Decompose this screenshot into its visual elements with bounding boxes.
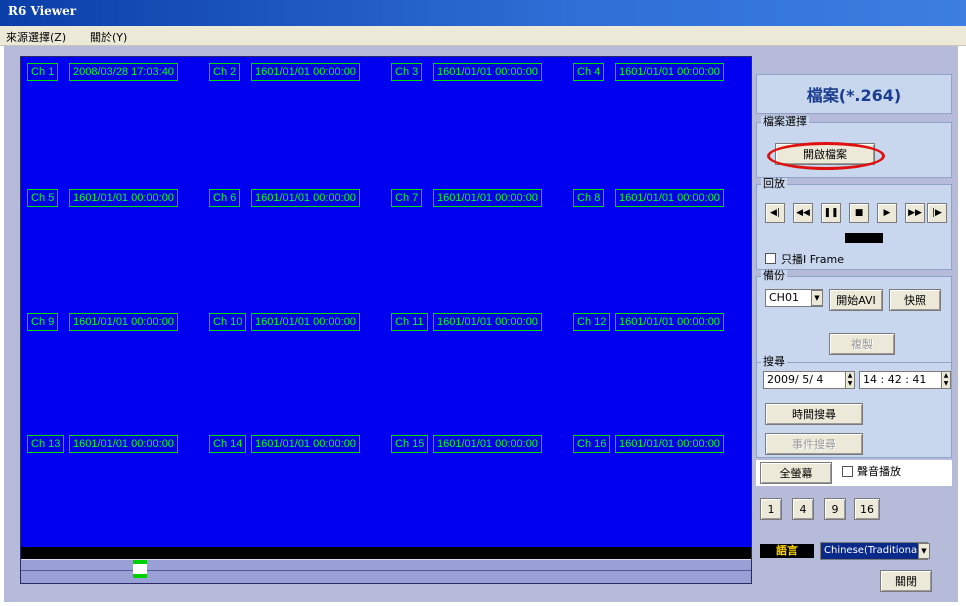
ch16-timestamp: 1601/01/01 00:00:00: [615, 435, 724, 453]
time-spinner-icon[interactable]: ▲ ▼: [941, 371, 951, 389]
backup-channel-value: CH01: [769, 291, 799, 304]
play-icon[interactable]: ▶: [877, 203, 897, 223]
ch16-label: Ch 16: [573, 435, 611, 453]
file-select-title: 檔案選擇: [761, 115, 809, 128]
pause-icon[interactable]: ❚❚: [821, 203, 841, 223]
stop-icon[interactable]: ■: [849, 203, 869, 223]
rewind-icon[interactable]: ◀◀: [793, 203, 813, 223]
ch4-timestamp: 1601/01/01 00:00:00: [615, 63, 724, 81]
ch11-timestamp: 1601/01/01 00:00:00: [433, 313, 542, 331]
ch15-label: Ch 15: [391, 435, 429, 453]
ch4-label: Ch 4: [573, 63, 605, 81]
ch6-timestamp: 1601/01/01 00:00:00: [251, 189, 360, 207]
close-button[interactable]: 關閉: [880, 570, 932, 592]
backup-title: 備份: [761, 269, 787, 282]
playback-title: 回放: [761, 177, 787, 190]
ch10-timestamp: 1601/01/01 00:00:00: [251, 313, 360, 331]
menu-bar: 來源選擇(Z) 關於(Y): [0, 26, 966, 46]
ch7-label: Ch 7: [391, 189, 423, 207]
time-search-button[interactable]: 時間搜尋: [765, 403, 863, 425]
chevron-down-icon[interactable]: ▼: [811, 290, 823, 306]
highlight-circle: [767, 142, 885, 170]
file-select-group: 檔案選擇 開啟檔案: [756, 116, 952, 178]
only-iframe-label: 只播I Frame: [781, 253, 845, 266]
search-time-field[interactable]: 14 : 42 : 41: [859, 371, 951, 389]
menu-about[interactable]: 關於(Y): [90, 29, 127, 45]
ch9-label: Ch 9: [27, 313, 59, 331]
step-forward-icon[interactable]: |▶: [927, 203, 947, 223]
step-back-icon[interactable]: ◀|: [765, 203, 785, 223]
search-title: 搜尋: [761, 355, 787, 368]
layout-1-button[interactable]: 1: [760, 498, 782, 520]
ch6-label: Ch 6: [209, 189, 241, 207]
only-iframe-checkbox[interactable]: [765, 253, 776, 264]
ch2-label: Ch 2: [209, 63, 241, 81]
control-panel: 檔案(*.264) 檔案選擇 開啟檔案 回放 ◀| ◀◀ ❚❚ ■ ▶ ▶▶ |…: [756, 56, 956, 596]
ch14-timestamp: 1601/01/01 00:00:00: [251, 435, 360, 453]
search-group: 搜尋 2009/ 5/ 4 ▲ ▼ 14 : 42 : 41 ▲ ▼ 時間搜尋 事件…: [756, 356, 952, 458]
ch10-label: Ch 10: [209, 313, 247, 331]
fullscreen-row: 全螢幕 聲音播放: [756, 460, 952, 486]
ch5-timestamp: 1601/01/01 00:00:00: [69, 189, 178, 207]
copy-button[interactable]: 複製: [829, 333, 895, 355]
ch5-label: Ch 5: [27, 189, 59, 207]
ch7-timestamp: 1601/01/01 00:00:00: [433, 189, 542, 207]
layout-9-button[interactable]: 9: [824, 498, 846, 520]
window-title: R6 Viewer: [8, 4, 77, 18]
window-titlebar: R6 Viewer: [0, 0, 966, 26]
audio-checkbox[interactable]: [842, 466, 853, 477]
speed-indicator: [845, 233, 883, 243]
ch14-label: Ch 14: [209, 435, 247, 453]
audio-label: 聲音播放: [857, 465, 901, 478]
panel-header: 檔案(*.264): [756, 74, 952, 114]
main-frame: Ch 1 2008/03/28 17:03:40 Ch 2 1601/01/01…: [4, 46, 958, 602]
menu-source-select[interactable]: 來源選擇(Z): [6, 29, 66, 45]
ch15-timestamp: 1601/01/01 00:00:00: [433, 435, 542, 453]
ch13-label: Ch 13: [27, 435, 65, 453]
ch9-timestamp: 1601/01/01 00:00:00: [69, 313, 178, 331]
timeline-playhead[interactable]: [133, 560, 147, 578]
timeline-header: [21, 547, 751, 559]
ch13-timestamp: 1601/01/01 00:00:00: [69, 435, 178, 453]
search-date-field[interactable]: 2009/ 5/ 4: [763, 371, 855, 389]
ch1-label: Ch 1: [27, 63, 59, 81]
timeline-line: [21, 570, 751, 571]
ch12-timestamp: 1601/01/01 00:00:00: [615, 313, 724, 331]
ch12-label: Ch 12: [573, 313, 611, 331]
fast-forward-icon[interactable]: ▶▶: [905, 203, 925, 223]
video-grid[interactable]: Ch 1 2008/03/28 17:03:40 Ch 2 1601/01/01…: [20, 56, 752, 584]
layout-16-button[interactable]: 16: [854, 498, 880, 520]
language-label: 語言: [760, 544, 814, 558]
ch3-timestamp: 1601/01/01 00:00:00: [433, 63, 542, 81]
timeline-track[interactable]: [21, 559, 751, 583]
layout-4-button[interactable]: 4: [792, 498, 814, 520]
ch8-timestamp: 1601/01/01 00:00:00: [615, 189, 724, 207]
file-select-wrapper: 檔案選擇 開啟檔案: [756, 116, 952, 180]
date-spinner-icon[interactable]: ▲ ▼: [845, 371, 855, 389]
backup-group: 備份 CH01 ▼ 開始AVI 快照 複製: [756, 270, 952, 366]
event-search-button[interactable]: 事件搜尋: [765, 433, 863, 455]
language-select[interactable]: Chinese(Traditional): [820, 542, 928, 560]
start-avi-button[interactable]: 開始AVI: [829, 289, 883, 311]
language-dropdown-icon[interactable]: ▼: [918, 543, 930, 559]
ch3-label: Ch 3: [391, 63, 423, 81]
ch11-label: Ch 11: [391, 313, 428, 331]
ch8-label: Ch 8: [573, 189, 605, 207]
playback-group: 回放 ◀| ◀◀ ❚❚ ■ ▶ ▶▶ |▶ 只播I Frame: [756, 178, 952, 270]
ch2-timestamp: 1601/01/01 00:00:00: [251, 63, 360, 81]
snapshot-button[interactable]: 快照: [889, 289, 941, 311]
fullscreen-button[interactable]: 全螢幕: [760, 462, 832, 484]
ch1-timestamp: 2008/03/28 17:03:40: [69, 63, 178, 81]
